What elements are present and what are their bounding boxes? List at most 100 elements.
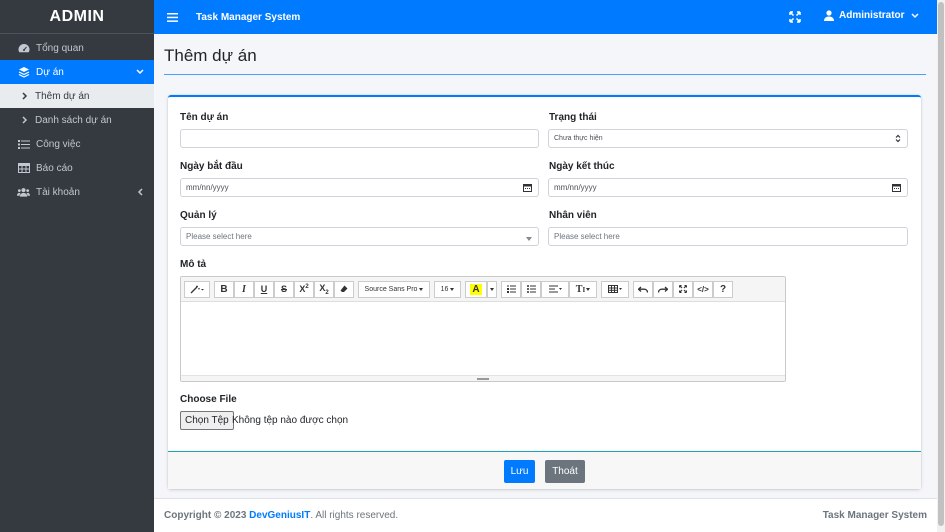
font-size-value: 16 [440,285,449,293]
sidebar-item-label: Báo cáo [36,162,73,174]
description-label: Mô tả [180,259,207,270]
sidebar-item-overview[interactable]: Tổng quan [0,36,154,60]
superscript-button[interactable]: X2 [294,280,314,298]
text-color-button[interactable]: A [465,280,487,298]
redo-icon [658,286,668,293]
copyright-text: Copyright © 2023 DevGeniusIT. All rights… [164,510,398,521]
exit-button[interactable]: Thoát [545,460,585,483]
chevron-down-icon [135,66,145,78]
editor-fullscreen-button[interactable] [673,280,693,298]
underline-button[interactable]: U [254,280,274,298]
help-icon: ? [719,283,727,295]
layers-icon [17,66,30,78]
user-icon [824,10,834,21]
unordered-list-button[interactable] [521,280,541,298]
staff-select[interactable]: Please select here [548,227,908,246]
superscript-icon: X2 [299,284,309,294]
sidebar: ADMIN Tổng quan Dự án Thêm dự án Danh sá… [0,0,154,532]
caret-down-icon [526,234,532,243]
editor-content-area[interactable] [181,302,785,375]
underline-icon: U [260,284,268,294]
select-arrows-icon [895,134,901,145]
sidebar-item-add-project[interactable]: Thêm dự án [0,84,154,108]
help-button[interactable]: ? [713,280,733,298]
code-icon: </> [697,284,709,294]
caret-down-icon [490,287,494,291]
rights-text: . All rights reserved. [310,510,399,521]
sidebar-item-label: Công việc [36,138,81,150]
chevron-right-icon [20,90,30,102]
color-dropdown[interactable] [487,280,497,298]
italic-button[interactable]: I [234,280,254,298]
calendar-icon[interactable] [523,183,532,194]
magic-wand-icon [190,285,204,293]
sidebar-item-label: Tổng quan [36,42,84,54]
caret-down-icon [419,287,424,291]
copyright-prefix: Copyright © 2023 [164,510,247,521]
font-size-dropdown[interactable]: 16 [434,280,461,298]
sidebar-item-label: Dự án [36,66,64,78]
bold-button[interactable]: B [214,280,234,298]
sidebar-item-accounts[interactable]: Tài khoản [0,180,154,204]
fullscreen-icon [679,285,687,293]
table-insert-dropdown[interactable] [601,280,629,298]
choose-file-button[interactable]: Chọn Tệp [180,411,234,430]
start-date-label: Ngày bắt đầu [180,161,243,172]
company-link[interactable]: DevGeniusIT [249,510,310,521]
sidebar-item-label: Thêm dự án [35,90,90,102]
hamburger-menu-icon[interactable] [167,11,179,23]
bold-icon: B [220,283,228,295]
chevron-left-icon [135,186,145,198]
page-footer: Copyright © 2023 DevGeniusIT. All rights… [154,498,937,532]
file-status-text: Không tệp nào được chọn [232,415,349,426]
subscript-icon: X2 [319,282,329,296]
sidebar-item-label: Tài khoản [36,186,80,198]
sidebar-item-projects[interactable]: Dự án [0,60,154,84]
fullscreen-icon[interactable] [789,11,801,23]
font-color-icon: A [470,283,482,295]
ordered-list-button[interactable] [501,280,521,298]
magic-style-button[interactable] [184,280,210,298]
text-height-icon: TI [575,283,586,295]
project-name-input[interactable] [180,129,539,148]
chevron-down-icon [911,12,919,18]
clear-format-button[interactable] [334,280,354,298]
sidebar-item-label: Danh sách dự án [35,114,112,126]
project-form-card: Tên dự án Trạng thái Chưa thực hiện Ngày… [168,95,921,489]
user-menu[interactable]: Administrator [824,10,924,21]
sidebar-item-tasks[interactable]: Công việc [0,132,154,156]
calendar-icon[interactable] [892,183,901,194]
subscript-button[interactable]: X2 [314,280,334,298]
paragraph-align-dropdown[interactable] [541,280,569,298]
table-icon [17,162,30,174]
page-scrollbar[interactable] [937,0,945,532]
line-height-dropdown[interactable]: TI [569,280,597,298]
editor-resize-handle[interactable] [181,375,785,381]
start-date-input[interactable]: mm/nn/yyyy [180,178,539,197]
table-icon [608,285,622,293]
project-name-label: Tên dự án [180,112,229,123]
status-value: Chưa thực hiện [554,135,603,142]
sidebar-item-reports[interactable]: Báo cáo [0,156,154,180]
app-title[interactable]: Task Manager System [196,12,300,23]
sidebar-item-project-list[interactable]: Danh sách dự án [0,108,154,132]
staff-placeholder: Please select here [554,232,620,241]
font-family-dropdown[interactable]: Source Sans Pro [358,280,430,298]
undo-button[interactable] [633,280,653,298]
end-date-input[interactable]: mm/nn/yyyy [548,178,908,197]
status-select[interactable]: Chưa thực hiện [548,129,908,148]
brand-logo[interactable]: ADMIN [0,0,154,34]
status-label: Trạng thái [549,112,597,123]
chevron-right-icon [20,114,30,126]
file-label: Choose File [180,394,237,405]
end-date-placeholder: mm/nn/yyyy [554,183,597,192]
tasks-icon [17,138,30,150]
editor-toolbar: B I U S X2 X2 Source Sans Pro 16 A TI </… [181,277,785,302]
scrollbar-thumb[interactable] [938,2,944,526]
content-header: Thêm dự án [154,34,937,94]
redo-button[interactable] [653,280,673,298]
strikethrough-button[interactable]: S [274,280,294,298]
manager-select[interactable]: Please select here [180,227,539,246]
save-button[interactable]: Lưu [504,460,535,483]
code-view-button[interactable]: </> [693,280,713,298]
